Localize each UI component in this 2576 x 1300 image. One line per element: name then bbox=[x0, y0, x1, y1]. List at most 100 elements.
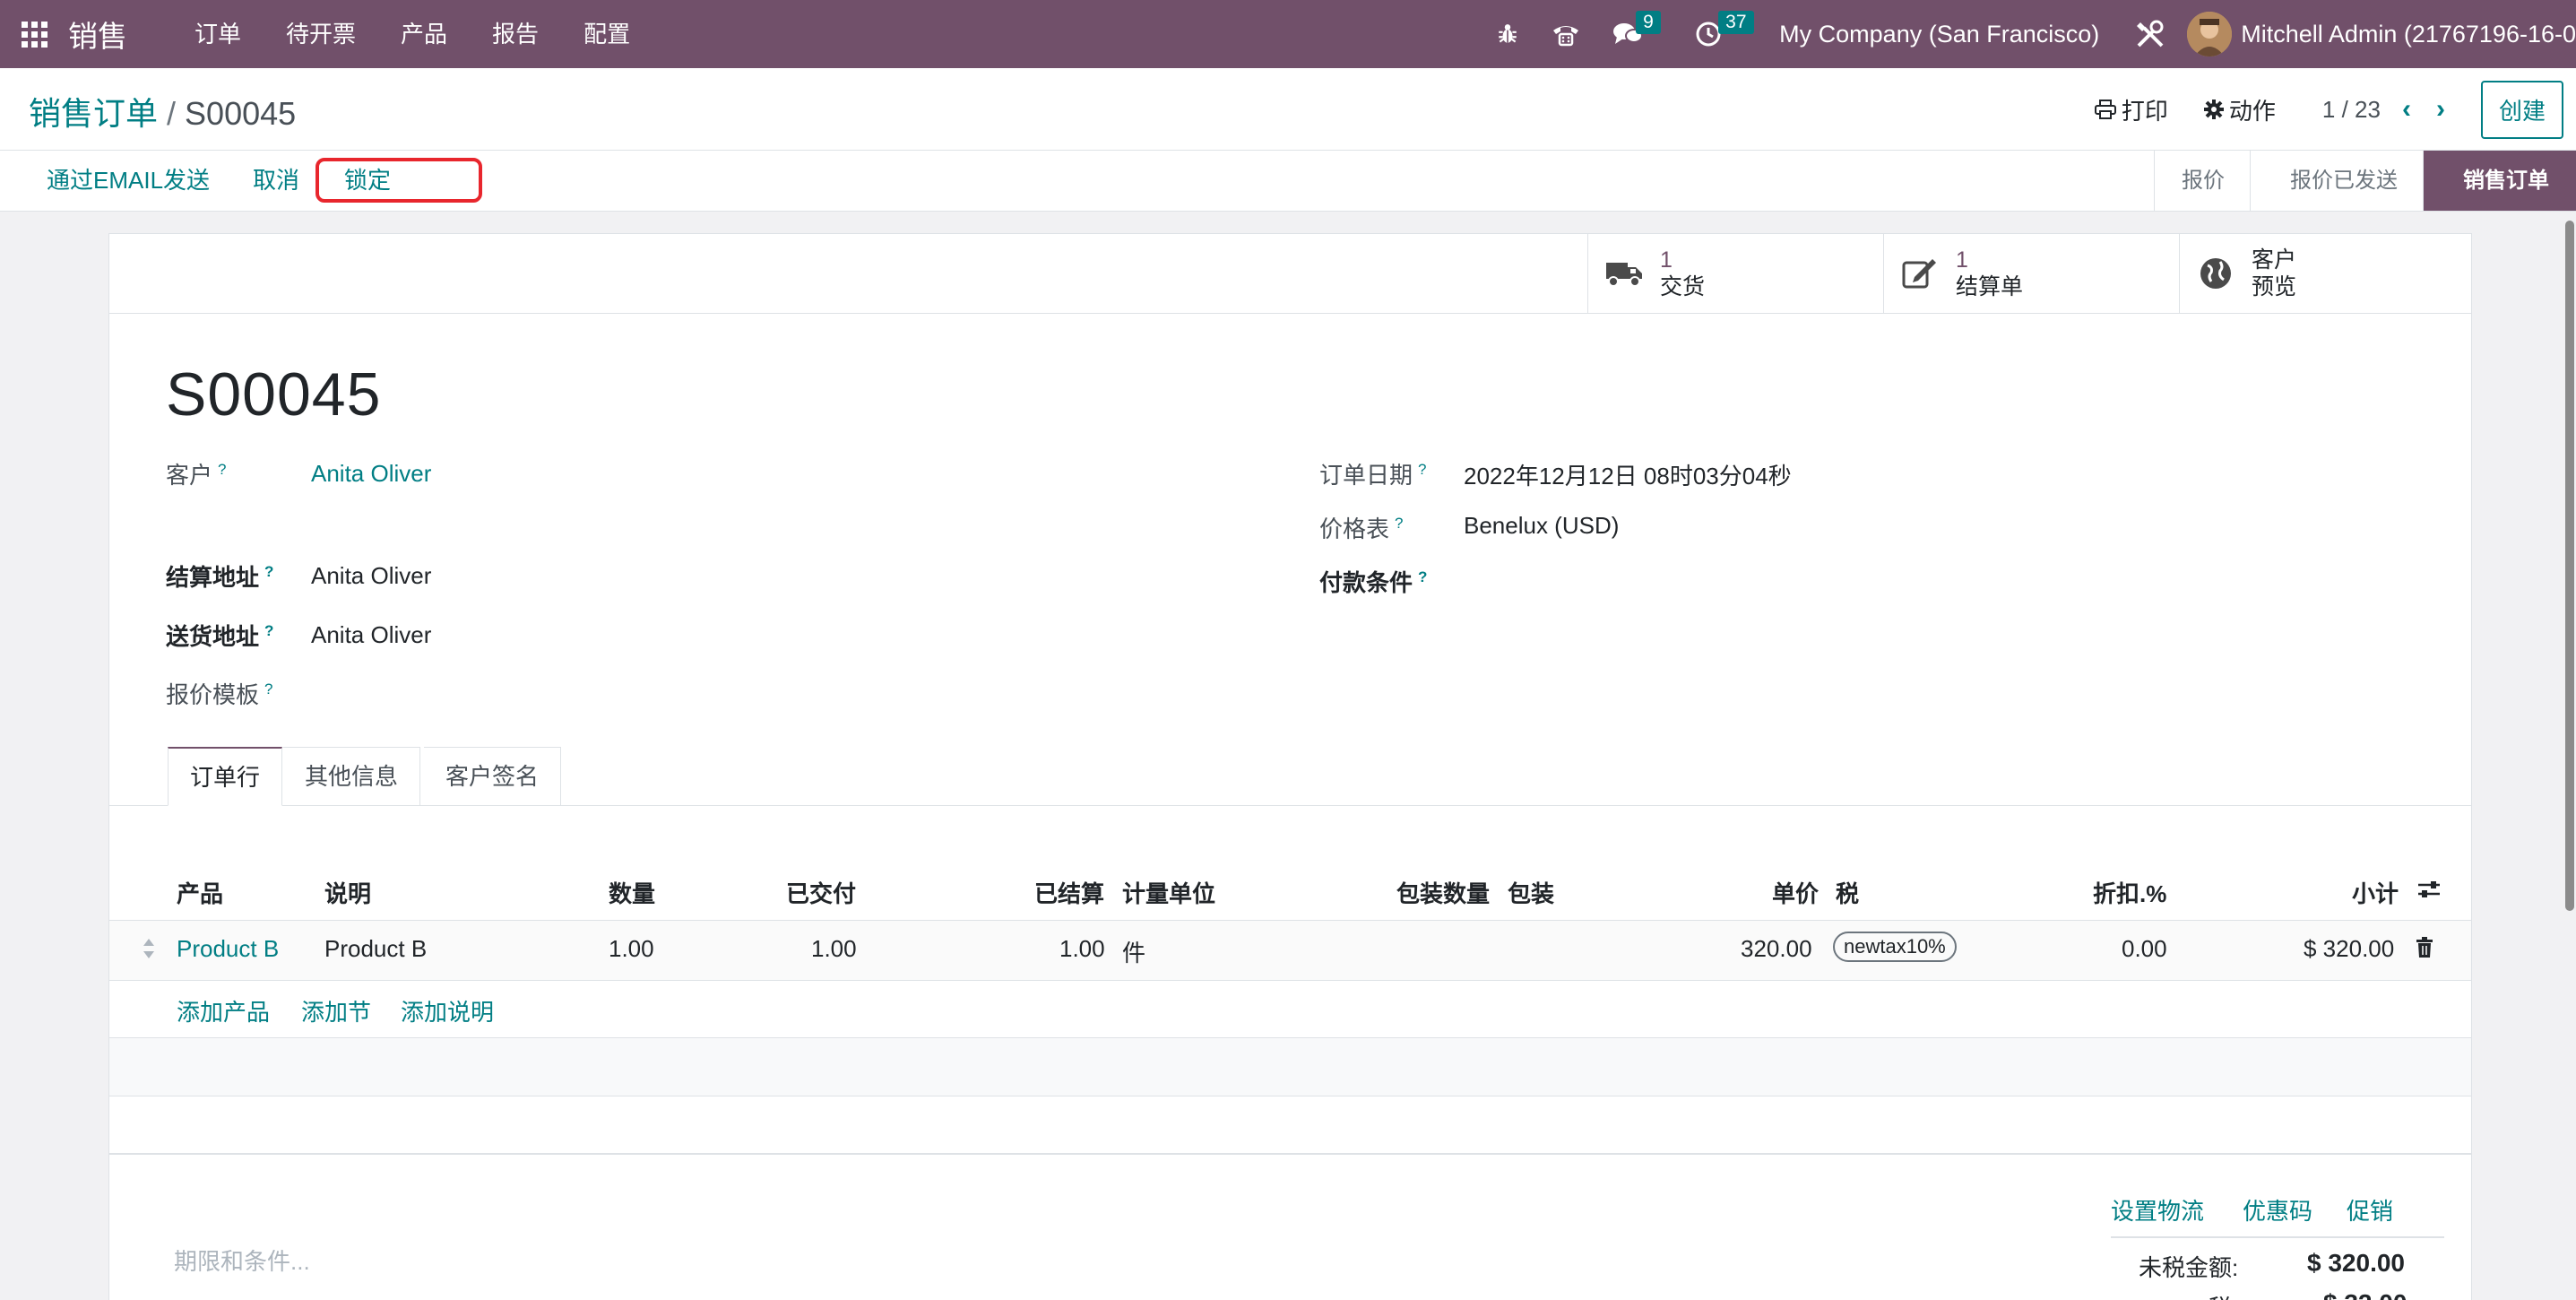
tab-other-info[interactable]: 其他信息 bbox=[283, 747, 421, 806]
delivery-count: 1 bbox=[1660, 247, 1673, 273]
row-description[interactable]: Product B bbox=[324, 935, 427, 963]
set-shipping-button[interactable]: 设置物流 bbox=[2111, 1193, 2204, 1226]
messages-chat-icon[interactable]: 9 bbox=[1596, 0, 1679, 68]
drag-handle-icon[interactable] bbox=[142, 937, 156, 966]
top-navbar: 销售 订单 待开票 产品 报告 配置 9 37 My Company (San … bbox=[0, 0, 2576, 68]
breadcrumb-current: S00045 bbox=[185, 95, 297, 132]
terms-conditions-input[interactable]: 期限和条件... bbox=[174, 1244, 310, 1277]
payment-terms-field[interactable] bbox=[1464, 565, 2091, 594]
optional-columns-toggle-icon[interactable] bbox=[2416, 878, 2442, 907]
promotion-button[interactable]: 促销 bbox=[2347, 1193, 2393, 1226]
customer-preview-smart-button[interactable]: 客户 预览 bbox=[2179, 234, 2475, 313]
invoice-address-field[interactable]: Anita Oliver bbox=[311, 562, 431, 590]
app-brand[interactable]: 销售 bbox=[68, 13, 127, 56]
delete-row-trash-icon[interactable] bbox=[2415, 937, 2434, 965]
col-product[interactable]: 产品 bbox=[177, 876, 223, 909]
form-sheet: 1 交货 1 结算单 客户 预览 S00045 客户? Anita Oliver bbox=[108, 233, 2472, 1300]
apps-menu-icon[interactable] bbox=[0, 0, 68, 68]
pager-value[interactable]: 1 / 23 bbox=[2322, 96, 2381, 124]
row-product[interactable]: Product B bbox=[177, 935, 279, 963]
row-delivered[interactable]: 1.00 bbox=[811, 935, 857, 963]
quote-template-field[interactable] bbox=[311, 677, 849, 706]
order-title: S00045 bbox=[166, 360, 382, 429]
user-menu[interactable]: Mitchell Admin (21767196-16-0 bbox=[2241, 21, 2576, 48]
printer-icon bbox=[2094, 100, 2116, 119]
row-quantity[interactable]: 1.00 bbox=[609, 935, 654, 963]
pager-previous-icon[interactable]: ‹ bbox=[2402, 94, 2411, 125]
pager-next-icon[interactable]: › bbox=[2436, 94, 2445, 125]
delivery-address-label: 送货地址? bbox=[166, 622, 274, 650]
main-menu: 订单 待开票 产品 报告 配置 bbox=[172, 0, 653, 68]
col-discount[interactable]: 折扣.% bbox=[2093, 876, 2166, 909]
tools-icon[interactable] bbox=[2126, 0, 2187, 68]
messages-count-badge: 9 bbox=[1636, 11, 1661, 34]
menu-orders[interactable]: 订单 bbox=[172, 0, 264, 68]
debug-bug-icon[interactable] bbox=[1480, 0, 1535, 68]
action-button[interactable]: 动作 bbox=[2203, 93, 2276, 126]
invoice-address-label: 结算地址? bbox=[166, 563, 274, 591]
coupon-button[interactable]: 优惠码 bbox=[2243, 1193, 2312, 1226]
gear-icon bbox=[2203, 100, 2224, 119]
scrollbar-thumb[interactable] bbox=[2565, 221, 2574, 911]
create-button[interactable]: 创建 bbox=[2480, 80, 2563, 139]
send-by-email-button[interactable]: 通过EMAIL发送 bbox=[47, 151, 210, 210]
breadcrumb-sales-orders[interactable]: 销售订单 bbox=[29, 95, 158, 132]
table-bottom-divider bbox=[109, 1153, 2471, 1155]
quote-template-label: 报价模板? bbox=[166, 680, 273, 708]
untaxed-amount-label: 未税金额: bbox=[2139, 1254, 2239, 1281]
customer-field[interactable]: Anita Oliver bbox=[311, 460, 431, 488]
stage-pipeline: 报价 报价已发送 销售订单 bbox=[2154, 151, 2576, 211]
print-button[interactable]: 打印 bbox=[2094, 93, 2168, 126]
invoice-label: 结算单 bbox=[1956, 274, 2024, 299]
company-switcher[interactable]: My Company (San Francisco) bbox=[1758, 21, 2126, 48]
status-bar: 通过EMAIL发送 取消 锁定 报价 报价已发送 销售订单 bbox=[0, 151, 2576, 212]
smart-buttons-row: 1 交货 1 结算单 客户 预览 bbox=[109, 234, 2471, 314]
menu-to-invoice[interactable]: 待开票 bbox=[264, 0, 378, 68]
col-taxes[interactable]: 税 bbox=[1836, 876, 1859, 909]
page-scrollbar[interactable] bbox=[2563, 212, 2576, 1300]
order-date-field[interactable]: 2022年12月12日 08时03分04秒 bbox=[1464, 458, 1792, 491]
add-note-link[interactable]: 添加说明 bbox=[401, 994, 494, 1027]
row-tax-tag[interactable]: newtax10% bbox=[1833, 932, 1957, 962]
preview-label-line2: 预览 bbox=[2252, 274, 2297, 299]
stage-sales-order[interactable]: 销售订单 bbox=[2423, 151, 2576, 211]
row-discount[interactable]: 0.00 bbox=[2122, 935, 2167, 963]
menu-reporting[interactable]: 报告 bbox=[470, 0, 561, 68]
navbar-systray: 9 37 My Company (San Francisco) Mitchell… bbox=[1480, 0, 2576, 68]
col-quantity[interactable]: 数量 bbox=[609, 876, 655, 909]
breadcrumb: 销售订单 / S00045 bbox=[29, 88, 296, 134]
delivery-address-field[interactable]: Anita Oliver bbox=[311, 621, 431, 649]
row-uom[interactable]: 件 bbox=[1122, 935, 1145, 968]
col-package-qty[interactable]: 包装数量 bbox=[1396, 876, 1490, 909]
table-row[interactable] bbox=[109, 921, 2471, 980]
col-subtotal[interactable]: 小计 bbox=[2352, 876, 2399, 909]
row-subtotal: $ 320.00 bbox=[2304, 935, 2395, 962]
delivery-smart-button[interactable]: 1 交货 bbox=[1587, 234, 1883, 313]
stage-quotation-sent[interactable]: 报价已发送 bbox=[2250, 151, 2423, 211]
add-section-link[interactable]: 添加节 bbox=[301, 994, 371, 1027]
col-delivered[interactable]: 已交付 bbox=[786, 876, 856, 909]
col-uom[interactable]: 计量单位 bbox=[1122, 876, 1215, 909]
activities-clock-icon[interactable]: 37 bbox=[1679, 0, 1758, 68]
stage-quotation[interactable]: 报价 bbox=[2154, 151, 2250, 211]
add-product-link[interactable]: 添加产品 bbox=[177, 994, 270, 1027]
tab-customer-signature[interactable]: 客户签名 bbox=[424, 747, 562, 806]
user-avatar[interactable] bbox=[2187, 12, 2233, 56]
edit-invoice-icon bbox=[1884, 257, 1956, 290]
menu-products[interactable]: 产品 bbox=[378, 0, 470, 68]
phone-icon[interactable] bbox=[1535, 0, 1596, 68]
col-unit-price[interactable]: 单价 bbox=[1772, 876, 1819, 909]
menu-configuration[interactable]: 配置 bbox=[561, 0, 653, 68]
pricelist-field[interactable]: Benelux (USD) bbox=[1464, 512, 1619, 540]
tab-order-lines[interactable]: 订单行 bbox=[168, 747, 283, 806]
col-invoiced[interactable]: 已结算 bbox=[1034, 876, 1104, 909]
cancel-button[interactable]: 取消 bbox=[253, 151, 299, 210]
row-unit-price[interactable]: 320.00 bbox=[1741, 935, 1812, 963]
breadcrumb-separator: / bbox=[167, 95, 177, 132]
lock-button[interactable]: 锁定 bbox=[316, 158, 482, 203]
col-packaging[interactable]: 包装 bbox=[1508, 876, 1554, 909]
totals-divider bbox=[2111, 1236, 2444, 1238]
invoice-smart-button[interactable]: 1 结算单 bbox=[1883, 234, 2179, 313]
customer-label: 客户? bbox=[166, 461, 227, 489]
col-description[interactable]: 说明 bbox=[324, 876, 371, 909]
